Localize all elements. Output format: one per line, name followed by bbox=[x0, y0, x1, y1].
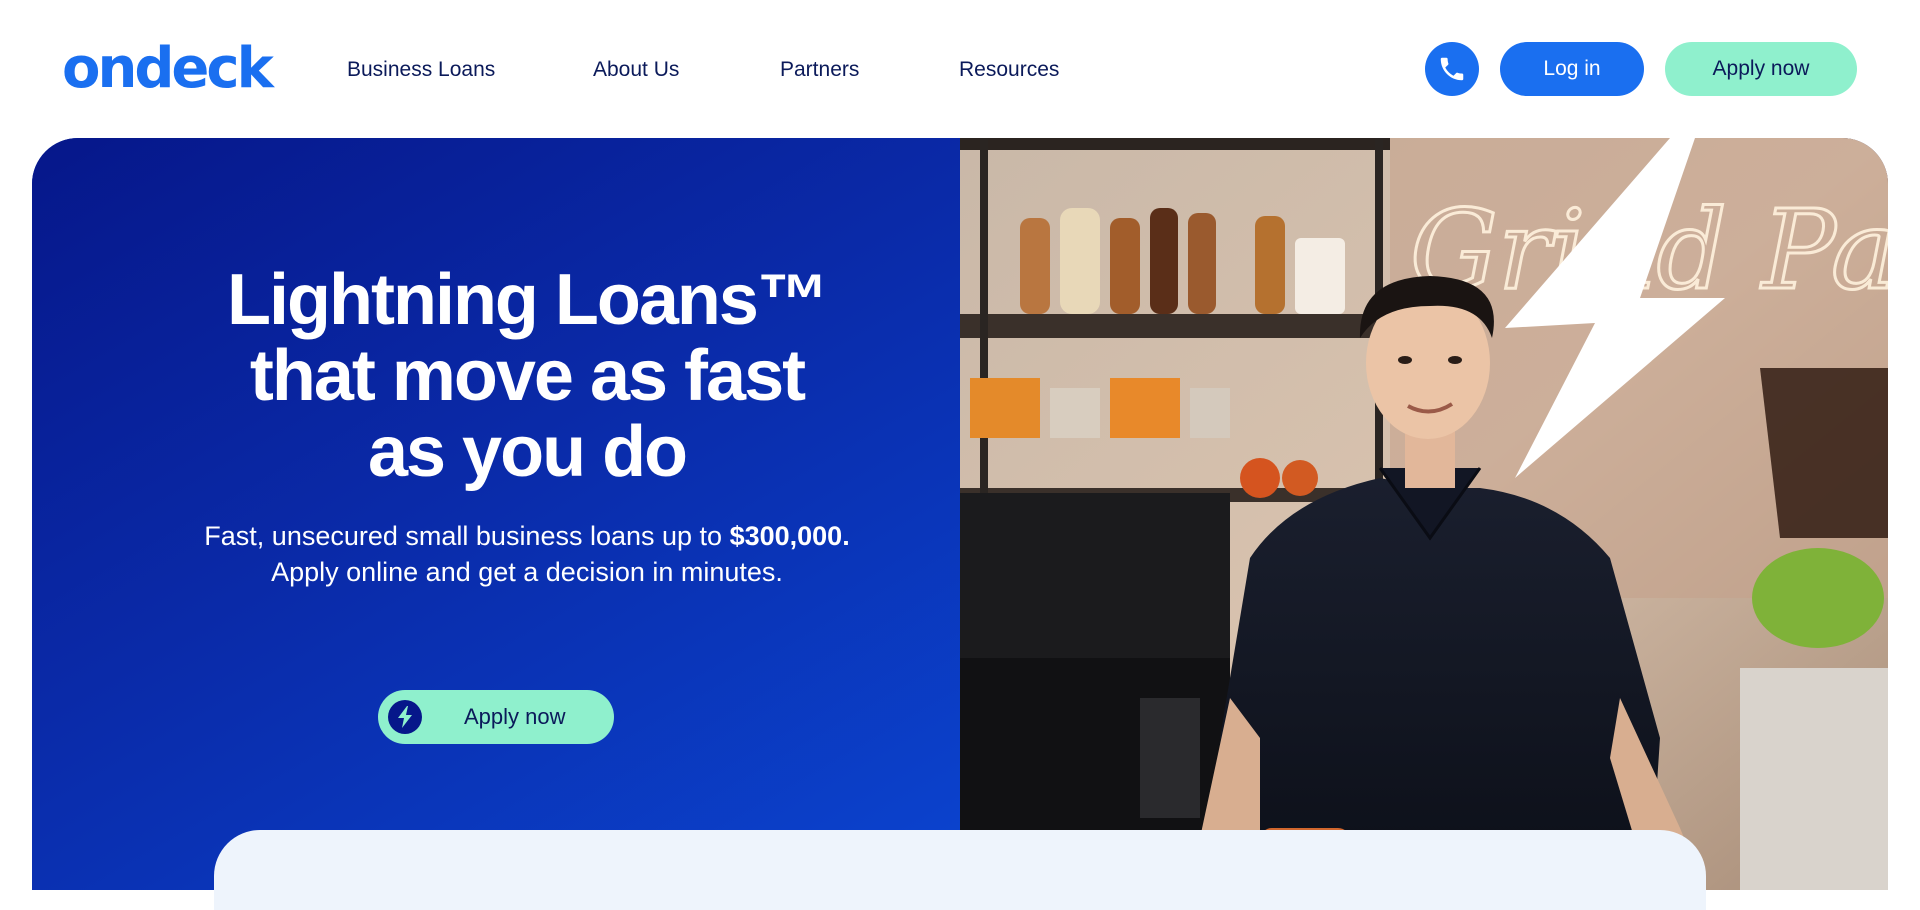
apply-now-label: Apply now bbox=[464, 704, 566, 729]
hero-photo-barista: Grind Pantry bbox=[960, 138, 1888, 890]
phone-icon bbox=[1440, 57, 1464, 81]
hero-subtitle: Fast, unsecured small business loans up … bbox=[182, 518, 872, 590]
hero-title-line: as you do bbox=[367, 412, 688, 492]
apply-now-header-button[interactable]: Apply now bbox=[1665, 42, 1857, 96]
site-header: ondeck Business Loans About Us Partners … bbox=[0, 0, 1920, 138]
hero-title-line: Lightning Loans™ bbox=[227, 260, 829, 340]
hero-title-line: that move as fast bbox=[249, 336, 806, 416]
nav-business-loans[interactable]: Business Loans bbox=[347, 55, 495, 85]
nav-partners[interactable]: Partners bbox=[780, 55, 859, 85]
nav-about-us[interactable]: About Us bbox=[593, 55, 679, 85]
hero-title: Lightning Loans™ that move as fast as yo… bbox=[162, 262, 892, 490]
loan-amount: $300,000. bbox=[729, 521, 850, 551]
hero-section: Lightning Loans™ that move as fast as yo… bbox=[32, 138, 1888, 890]
lightning-bolt-icon bbox=[388, 700, 422, 734]
apply-now-hero-button[interactable]: Apply now bbox=[378, 690, 614, 744]
barista-photo-illustration: Grind Pantry bbox=[960, 138, 1888, 890]
hero-text-panel: Lightning Loans™ that move as fast as yo… bbox=[32, 138, 960, 890]
hero-subtitle-text: Fast, unsecured small business loans up … bbox=[204, 521, 730, 551]
hero-subtitle-text: Apply online and get a decision in minut… bbox=[271, 557, 783, 587]
ondeck-logo[interactable]: ondeck bbox=[62, 34, 274, 104]
quick-info-card bbox=[214, 830, 1706, 910]
nav-resources[interactable]: Resources bbox=[959, 55, 1059, 85]
phone-button[interactable] bbox=[1425, 42, 1479, 96]
login-button[interactable]: Log in bbox=[1500, 42, 1644, 96]
